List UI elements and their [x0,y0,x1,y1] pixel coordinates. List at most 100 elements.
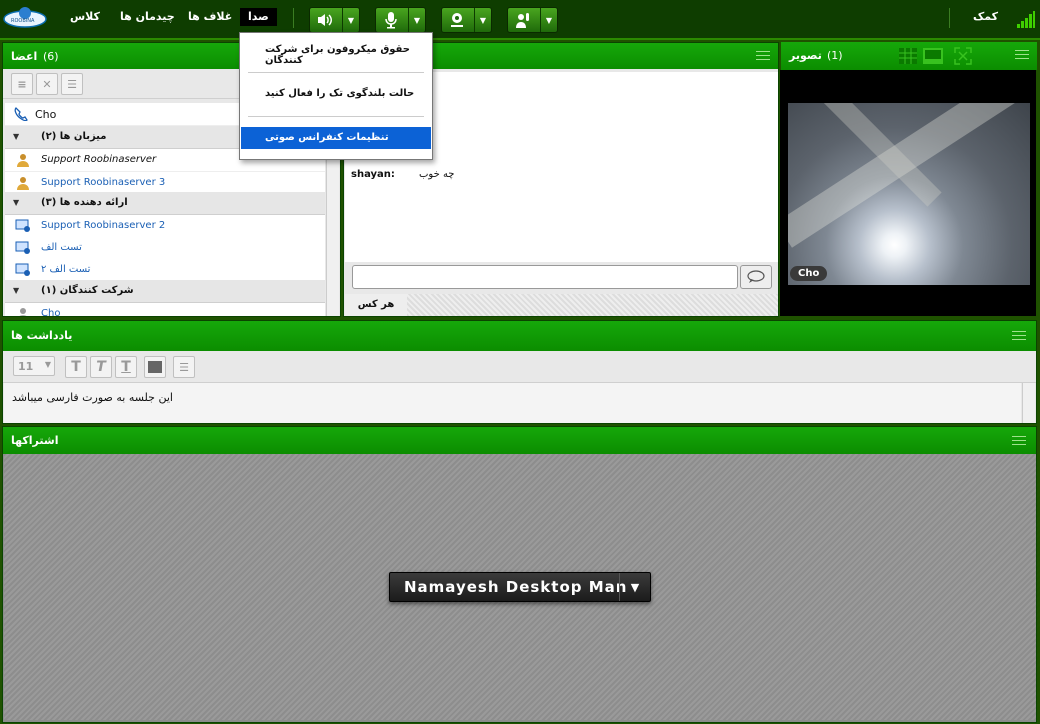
bullet-list-icon[interactable]: ☰ [173,356,195,378]
chat-message-text: چه خوب [419,169,455,180]
list-view-icon[interactable]: ≡ [11,73,33,95]
sharing-header: اشتراکها [3,427,1036,454]
member-name: Support Roobinaserver [41,154,157,165]
grid-layout-icon[interactable] [898,46,918,66]
menu-item-label: تنظیمات کنفرانس صوتی [265,132,389,143]
presenter-icon [15,241,30,254]
chat-menu-icon[interactable] [756,51,770,61]
connection-signal-icon [1017,11,1035,28]
italic-icon[interactable]: T [90,356,112,378]
svg-text:ROOBINA: ROOBINA [11,18,35,24]
speaker-control[interactable]: ▼ [309,7,360,33]
chat-tab-strip [407,294,778,316]
menu-item-single-speaker[interactable]: حالت بلندگوی تک را فعال کنید [241,83,431,105]
sharing-menu-icon[interactable] [1012,436,1026,446]
chat-input[interactable] [352,265,738,289]
raise-hand-dropdown-icon[interactable]: ▼ [540,8,557,32]
toolbar-divider [949,8,950,28]
host-user-icon [17,177,29,190]
member-name: تست الف [41,242,82,253]
collapse-arrow-icon[interactable]: ▼ [13,132,19,141]
single-layout-icon[interactable] [922,46,944,66]
webcam-dropdown-icon[interactable]: ▼ [474,8,491,32]
menu-item-label: حالت بلندگوی تک را فعال کنید [265,88,415,99]
send-button[interactable] [740,265,772,289]
video-header: تصویر (1) [781,42,1037,70]
member-name: Support Roobinaserver 3 [41,177,166,188]
speaker-dropdown-icon[interactable]: ▼ [342,8,359,32]
raise-hand-control[interactable]: ▼ [507,7,558,33]
notes-text: این جلسه به صورت فارسی میباشد [12,391,173,404]
member-row[interactable]: تست الف ۲ [5,259,325,282]
notes-scrollbar[interactable] [1022,383,1035,423]
raise-hand-button[interactable] [508,8,538,32]
notes-header: یادداشت ها [3,321,1036,351]
group-presenters[interactable]: ▼ (ارائه دهنده ها (۳ [5,192,325,215]
logo-icon: ROOBINA [3,7,47,28]
menu-item-label: حقوق میکروفون برای شرکت کنندگان [265,44,410,66]
presenter-icon [15,219,30,232]
menu-divider [248,116,424,117]
member-name: Cho [41,308,61,317]
video-menu-icon[interactable] [1015,50,1029,60]
top-toolbar: ROOBINA کلاس چیدمان ها غلاف ها صدا ▼ ▼ ▼… [0,0,1040,40]
font-size-select[interactable]: 11 ▼ [13,356,55,376]
underline-icon[interactable]: T [115,356,137,378]
members-count: (6) [43,50,59,63]
audio-dropdown-menu: حقوق میکروفون برای شرکت کنندگان حالت بلن… [239,32,433,160]
microphone-icon [385,12,397,29]
help-link[interactable]: کمک [973,10,998,23]
group-participants-label: (شرکت کنندگان (۱ [41,285,134,296]
menu-item-mic-rights[interactable]: حقوق میکروفون برای شرکت کنندگان [241,39,431,66]
desktop-share-dropdown-icon[interactable]: ▼ [619,573,650,601]
menu-class[interactable]: کلاس [70,10,100,23]
menu-layouts[interactable]: چیدمان ها [120,10,175,23]
user-settings-icon[interactable]: ☰ [61,73,83,95]
video-count: (1) [827,49,843,62]
webcam-control[interactable]: ▼ [441,7,492,33]
member-row[interactable]: Support Roobinaserver 2 [5,215,325,238]
notes-title: یادداشت ها [11,329,73,342]
menu-divider [248,72,424,73]
font-size-value: 11 [18,359,34,373]
speaker-button[interactable] [310,8,340,32]
host-user-icon [17,154,29,167]
raise-hand-icon [516,13,529,28]
chat-tab-everyone[interactable]: هر کس [345,294,408,316]
video-panel: تصویر (1) [781,42,1037,70]
member-name: Support Roobinaserver 2 [41,220,166,231]
microphone-control[interactable]: ▼ [375,7,426,33]
group-hosts-label: (میزبان ها (۲ [41,131,107,142]
member-name: تست الف ۲ [41,264,91,275]
desktop-share-label: Namayesh Desktop Man [404,578,628,596]
video-area: Cho [780,70,1036,316]
group-presenters-label: (ارائه دهنده ها (۳ [41,197,128,208]
fullscreen-icon[interactable] [954,47,972,65]
expand-icon[interactable]: ✕ [36,73,58,95]
menu-item-audio-settings[interactable]: تنظیمات کنفرانس صوتی [241,127,431,149]
webcam-button[interactable] [442,8,472,32]
menu-audio[interactable]: صدا [240,8,277,26]
member-row[interactable]: Cho [5,303,325,317]
collapse-arrow-icon[interactable]: ▼ [13,286,19,295]
chat-message-user: shayan: [351,169,395,180]
microphone-dropdown-icon[interactable]: ▼ [408,8,425,32]
desktop-share-button[interactable]: Namayesh Desktop Man ▼ [389,572,651,602]
notes-text-area[interactable]: این جلسه به صورت فارسی میباشد [4,383,1021,423]
collapse-arrow-icon[interactable]: ▼ [13,198,19,207]
webcam-video [788,103,1030,285]
toolbar-divider [293,8,294,28]
speech-bubble-icon [747,270,765,283]
text-color-icon[interactable] [144,356,166,378]
bold-icon[interactable]: T [65,356,87,378]
notes-menu-icon[interactable] [1012,331,1026,341]
speaker-icon [318,14,332,26]
my-user-name: Cho [35,108,57,121]
microphone-button[interactable] [376,8,406,32]
menu-pods[interactable]: غلاف ها [188,10,232,23]
video-user-label: Cho [790,266,828,281]
member-row[interactable]: تست الف [5,237,325,260]
members-title: اعضا [11,50,38,63]
group-participants[interactable]: ▼ (شرکت کنندگان (۱ [5,280,325,303]
sharing-title: اشتراکها [11,434,59,447]
